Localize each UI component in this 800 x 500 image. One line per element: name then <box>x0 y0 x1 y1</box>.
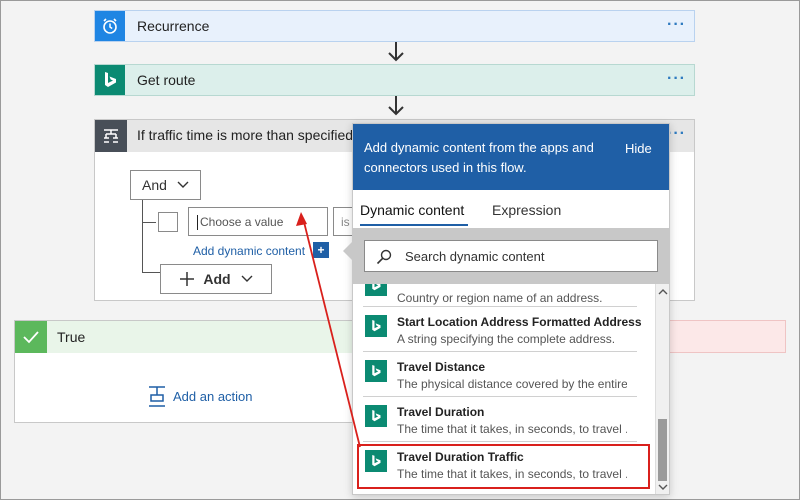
bing-icon <box>365 405 387 427</box>
get-route-step[interactable]: Get route ··· <box>94 64 695 96</box>
alarm-clock-icon <box>95 11 125 41</box>
chevron-down-icon <box>241 275 253 282</box>
input-placeholder: Choose a value <box>200 215 284 229</box>
step-title: If traffic time is more than specified <box>137 127 354 143</box>
dynamic-content-panel: Add dynamic content from the apps and co… <box>352 123 670 495</box>
divider <box>363 351 637 352</box>
tab-label: Dynamic content <box>360 202 465 218</box>
divider <box>363 306 637 307</box>
item-name: Travel Duration <box>397 405 485 419</box>
panel-header-text: Add dynamic content from the apps and co… <box>364 140 594 175</box>
arrow-down-icon <box>388 96 404 116</box>
item-name: Travel Distance <box>397 360 486 374</box>
item-name: Start Location Address Formatted Address <box>397 315 642 329</box>
add-button[interactable]: Add <box>160 264 272 294</box>
text-cursor <box>197 215 198 230</box>
operator-label: And <box>142 177 167 193</box>
bing-icon <box>365 284 387 296</box>
search-icon <box>376 249 392 265</box>
step-title: Get route <box>137 72 196 88</box>
scrollbar[interactable] <box>655 284 669 494</box>
more-options-icon[interactable]: ··· <box>667 65 686 93</box>
tab-active-underline <box>360 224 468 226</box>
tree-line <box>142 200 143 272</box>
add-action-icon <box>149 386 165 407</box>
tab-expression[interactable]: Expression <box>492 202 561 218</box>
true-branch: True Add an action <box>14 320 354 423</box>
more-options-icon[interactable]: ··· <box>667 11 686 39</box>
branch-title: True <box>57 329 86 345</box>
divider <box>363 396 637 397</box>
list-item[interactable]: Start Location Address Formatted Address… <box>357 311 645 355</box>
scrollbar-thumb[interactable] <box>658 419 667 481</box>
add-action-label: Add an action <box>173 388 253 404</box>
bing-icon <box>365 315 387 337</box>
bing-icon <box>95 65 125 95</box>
row-checkbox[interactable] <box>158 212 178 232</box>
false-branch-header <box>669 320 786 353</box>
search-area: Search dynamic content <box>353 228 669 284</box>
tree-line <box>142 272 160 273</box>
highlight-box <box>357 444 650 489</box>
item-description: The physical distance covered by the ent… <box>397 377 627 391</box>
operator-placeholder: is <box>341 215 350 229</box>
scroll-down-icon[interactable] <box>658 483 668 491</box>
add-dynamic-content-link[interactable]: Add dynamic content <box>193 244 305 258</box>
condition-icon <box>95 120 127 152</box>
checkmark-icon <box>15 321 47 353</box>
hide-button[interactable]: Hide <box>625 141 652 156</box>
list-item[interactable]: Travel Duration The time that it takes, … <box>357 401 645 445</box>
add-label: Add <box>203 271 231 287</box>
bing-icon <box>365 360 387 382</box>
search-input[interactable]: Search dynamic content <box>364 240 658 272</box>
search-placeholder: Search dynamic content <box>405 249 545 264</box>
choose-value-input[interactable]: Choose a value <box>188 207 328 236</box>
and-operator-dropdown[interactable]: And <box>130 170 201 200</box>
chevron-down-icon <box>177 181 189 188</box>
panel-header: Add dynamic content from the apps and co… <box>353 124 669 190</box>
item-description: A string specifying the complete address… <box>397 332 616 346</box>
add-action-button[interactable]: Add an action <box>147 385 253 407</box>
link-label: Add dynamic content <box>193 244 306 258</box>
tree-line <box>142 222 156 223</box>
item-description: The time that it takes, in seconds, to t… <box>397 422 627 436</box>
arrow-down-icon <box>388 42 404 62</box>
plus-icon <box>180 272 195 286</box>
scroll-up-icon[interactable] <box>658 288 668 296</box>
tab-label: Expression <box>492 202 562 218</box>
recurrence-step[interactable]: Recurrence ··· <box>94 10 695 42</box>
tab-dynamic-content[interactable]: Dynamic content <box>360 202 464 218</box>
divider <box>363 441 637 442</box>
list-item[interactable]: Travel Distance The physical distance co… <box>357 356 645 400</box>
dynamic-content-icon[interactable]: + <box>313 242 329 258</box>
step-title: Recurrence <box>137 18 210 34</box>
list-item[interactable]: Country or region name of an address. <box>357 284 645 314</box>
item-description: Country or region name of an address. <box>397 291 603 305</box>
panel-pointer <box>343 242 352 260</box>
